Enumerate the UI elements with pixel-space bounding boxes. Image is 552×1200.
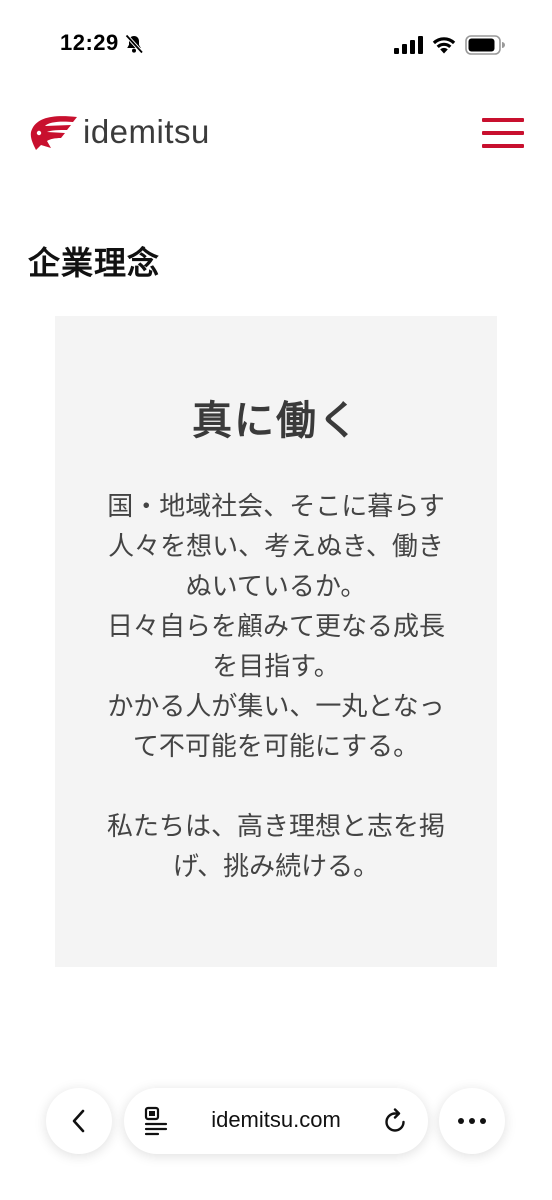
philosophy-line: を目指す。 bbox=[212, 652, 340, 682]
philosophy-line: ぬいているか。 bbox=[185, 572, 367, 602]
logo-text: idemitsu bbox=[83, 113, 210, 150]
philosophy-text: 国・地域社会、そこに暮らす 人々を想い、考えぬき、働き ぬいているか。 日々自ら… bbox=[55, 487, 497, 887]
philosophy-line: かかる人が集い、一丸となっ bbox=[107, 692, 445, 722]
idemitsu-logo[interactable]: idemitsu bbox=[27, 110, 210, 154]
page-title: 企業理念 bbox=[28, 245, 161, 281]
idemitsu-logo-icon bbox=[30, 116, 77, 150]
bell-slash-icon bbox=[125, 34, 144, 54]
wifi-icon bbox=[432, 37, 456, 54]
back-icon bbox=[72, 1109, 85, 1133]
site-header: idemitsu bbox=[0, 92, 552, 180]
philosophy-line: て不可能を可能にする。 bbox=[132, 732, 420, 762]
cellular-signal-icon bbox=[394, 36, 423, 54]
philosophy-line: げ、挑み続ける。 bbox=[172, 852, 380, 882]
status-bar: 12:29 bbox=[0, 0, 552, 92]
philosophy-line: 人々を想い、考えぬき、働き bbox=[108, 532, 444, 562]
philosophy-line: 私たちは、高き理想と志を掲 bbox=[106, 812, 445, 842]
more-icon bbox=[458, 1118, 486, 1124]
address-bar[interactable]: idemitsu.com bbox=[124, 1088, 428, 1154]
menu-bar-icon bbox=[482, 118, 524, 122]
hamburger-menu-button[interactable] bbox=[482, 116, 526, 150]
back-button[interactable] bbox=[46, 1088, 112, 1154]
status-time: 12:29 bbox=[60, 30, 119, 55]
philosophy-line: 日々自らを顧みて更なる成長 bbox=[106, 612, 445, 642]
more-options-button[interactable] bbox=[439, 1088, 505, 1154]
menu-bar-icon bbox=[482, 131, 524, 135]
reload-icon[interactable] bbox=[382, 1108, 408, 1134]
menu-bar-icon bbox=[482, 144, 524, 148]
philosophy-title: 真に働く bbox=[192, 397, 360, 444]
battery-icon bbox=[465, 35, 505, 55]
philosophy-line: 国・地域社会、そこに暮らす bbox=[107, 492, 445, 522]
